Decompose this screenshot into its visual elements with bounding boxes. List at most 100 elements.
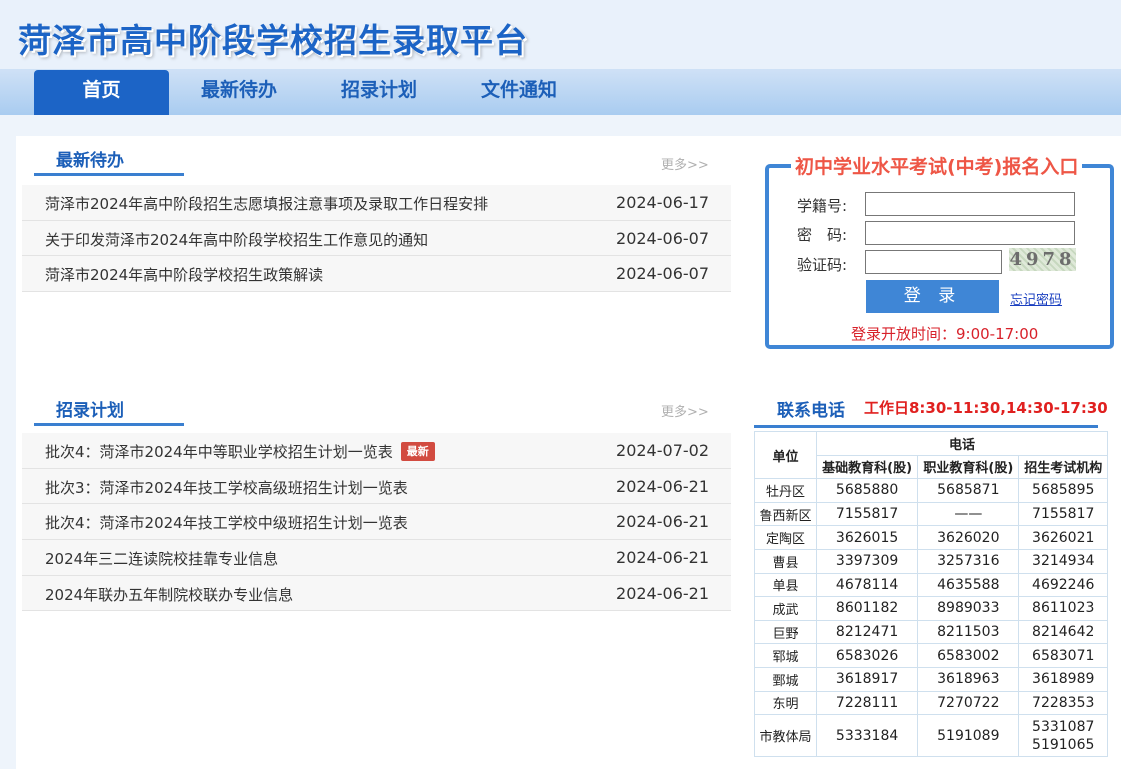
nav-latest-todo[interactable]: 最新待办 [169,70,309,115]
plan-list: 批次4：菏泽市2024年中等职业学校招生计划一览表 最新 2024-07-02 批… [22,433,731,612]
list-item[interactable]: 关于印发菏泽市2024年高中阶段学校招生工作意见的通知 2024-06-07 [22,221,731,257]
table-row: 成武 8601182 8989033 8611023 [754,596,1108,621]
table-cell-unit: 成武 [754,596,817,621]
plan-section-header: 招录计划 [34,386,184,426]
table-cell-phone: 8214642 [1018,619,1108,645]
table-row: 定陶区 3626015 3626020 3626021 [754,525,1108,550]
plan-more-link[interactable]: 更多>> [661,401,709,420]
table-row: 单县 4678114 4635588 4692246 [754,572,1108,598]
todo-section-header: 最新待办 [34,136,184,176]
list-item-title[interactable]: 菏泽市2024年高中阶段招生志愿填报注意事项及录取工作日程安排 [45,193,488,214]
table-row: 鲁西新区 7155817 —— 7155817 [754,501,1108,527]
list-item[interactable]: 批次3：菏泽市2024年技工学校高级班招生计划一览表 2024-06-21 [22,469,731,505]
captcha-input[interactable] [865,250,1002,274]
table-cell-unit: 定陶区 [754,525,817,550]
table-cell-unit: 鲁西新区 [754,501,817,527]
list-item-date: 2024-06-21 [616,548,709,568]
contact-title: 联系电话 [777,401,845,421]
password-label: 密 码: [797,226,848,244]
table-cell-phone: 5685880 [815,478,919,503]
table-cell-phone: 3618989 [1018,666,1108,692]
student-id-input[interactable] [865,192,1075,216]
table-cell-phone: 3257316 [917,548,1020,574]
table-cell-phone: 6583002 [917,643,1020,668]
login-panel: 初中学业水平考试(中考)报名入口 学籍号: 密 码: 验证码: 4978 登 录… [765,152,1114,349]
table-cell-phone: 3214934 [1018,548,1108,574]
list-item[interactable]: 2024年联办五年制院校联办专业信息 2024-06-21 [22,576,731,612]
login-open-time: 登录开放时间：9:00-17:00 [851,325,1039,343]
table-cell-unit: 巨野 [754,619,817,645]
table-header-col: 招生考试机构 [1018,454,1108,480]
todo-more-link[interactable]: 更多>> [661,154,709,173]
list-item[interactable]: 批次4：菏泽市2024年中等职业学校招生计划一览表 最新 2024-07-02 [22,433,731,469]
list-item[interactable]: 2024年三二连读院校挂靠专业信息 2024-06-21 [22,540,731,576]
list-item-title[interactable]: 批次3：菏泽市2024年技工学校高级班招生计划一览表 [45,477,408,498]
captcha-image[interactable]: 4978 [1009,248,1076,271]
table-cell-unit: 曹县 [754,548,817,574]
table-cell-phone: 7270722 [917,690,1020,716]
table-header-phone: 电话 [816,431,1108,456]
table-cell-phone: 5191089 [917,714,1020,758]
captcha-label: 验证码: [797,256,848,274]
list-item-title[interactable]: 菏泽市2024年高中阶段学校招生政策解读 [45,264,323,285]
table-header-unit: 单位 [754,430,817,480]
table-cell-phone: 5331087 [1032,718,1095,735]
forgot-password-link[interactable]: 忘记密码 [1010,289,1062,308]
list-item[interactable]: 菏泽市2024年高中阶段学校招生政策解读 2024-06-07 [22,256,731,293]
list-item-title[interactable]: 关于印发菏泽市2024年高中阶段学校招生工作意见的通知 [45,229,428,250]
student-id-label: 学籍号: [797,197,848,215]
password-input[interactable] [865,221,1075,245]
table-row: 巨野 8212471 8211503 8214642 [754,619,1108,645]
contact-section-header: 联系电话 工作日8:30-11:30,14:30-17:30 [754,392,1108,428]
nav-file-notice[interactable]: 文件通知 [449,70,589,115]
table-cell-phone: 7228353 [1018,690,1108,716]
todo-section-title: 最新待办 [56,151,124,171]
table-cell-unit: 市教体局 [754,714,817,758]
contact-phone-table: 单位 电话 基础教育科(股) 职业教育科(股) 招生考试机构 牡丹区 56858… [754,430,1108,758]
list-item-text-wrap: 批次4：菏泽市2024年中等职业学校招生计划一览表 最新 [45,441,435,462]
table-cell-phone: 8989033 [917,596,1020,621]
list-item-date: 2024-06-21 [616,512,709,532]
table-cell-unit: 牡丹区 [754,478,817,503]
table-cell-phone-multi: 5331087 5191065 [1018,714,1108,758]
table-cell-phone: 3618963 [917,666,1020,692]
list-item-date: 2024-06-17 [616,193,709,212]
table-row: 东明 7228111 7270722 7228353 [754,690,1108,716]
table-cell-phone: 7155817 [1018,501,1108,527]
table-cell-unit: 鄄城 [754,666,817,692]
table-cell-phone: —— [917,501,1020,527]
nav-home[interactable]: 首页 [34,70,169,115]
login-title: 初中学业水平考试(中考)报名入口 [791,152,1083,179]
table-cell-phone: 5685871 [917,478,1020,503]
table-cell-phone: 4635588 [917,572,1020,598]
table-cell-phone: 3618917 [815,666,919,692]
table-cell-phone: 5685895 [1018,478,1108,503]
list-item[interactable]: 菏泽市2024年高中阶段招生志愿填报注意事项及录取工作日程安排 2024-06-… [22,185,731,221]
table-row: 郓城 6583026 6583002 6583071 [754,643,1108,668]
table-cell-phone: 8601182 [815,596,919,621]
table-cell-phone: 6583026 [815,643,919,668]
list-item-title[interactable]: 2024年三二连读院校挂靠专业信息 [45,548,278,569]
nav-enrollment-plan[interactable]: 招录计划 [309,70,449,115]
table-header-col: 职业教育科(股) [917,454,1020,480]
table-row: 市教体局 5333184 5191089 5331087 5191065 [754,714,1108,758]
list-item-date: 2024-06-07 [616,264,709,284]
table-row: 鄄城 3618917 3618963 3618989 [754,666,1108,692]
list-item-title[interactable]: 批次4：菏泽市2024年中等职业学校招生计划一览表 [45,443,393,461]
contact-hours: 工作日8:30-11:30,14:30-17:30 [864,399,1108,417]
table-cell-phone: 7155817 [815,501,919,527]
table-header-col: 基础教育科(股) [815,454,919,480]
list-item-date: 2024-06-21 [616,476,709,496]
login-button[interactable]: 登 录 [866,280,999,313]
table-cell-unit: 郓城 [754,643,817,668]
site-header: 菏泽市高中阶段学校招生录取平台 首页 最新待办 招录计划 文件通知 [0,0,1121,115]
list-item-title[interactable]: 批次4：菏泽市2024年技工学校中级班招生计划一览表 [45,512,408,533]
site-title: 菏泽市高中阶段学校招生录取平台 [18,21,528,60]
new-badge: 最新 [400,442,435,461]
list-item[interactable]: 批次4：菏泽市2024年技工学校中级班招生计划一览表 2024-06-21 [22,504,731,541]
list-item-title[interactable]: 2024年联办五年制院校联办专业信息 [45,584,293,605]
table-cell-phone: 3626015 [815,525,919,550]
table-cell-phone: 3397309 [815,548,919,574]
main-content: 最新待办 更多>> 菏泽市2024年高中阶段招生志愿填报注意事项及录取工作日程安… [16,136,1121,769]
table-cell-phone: 8211503 [917,619,1020,645]
